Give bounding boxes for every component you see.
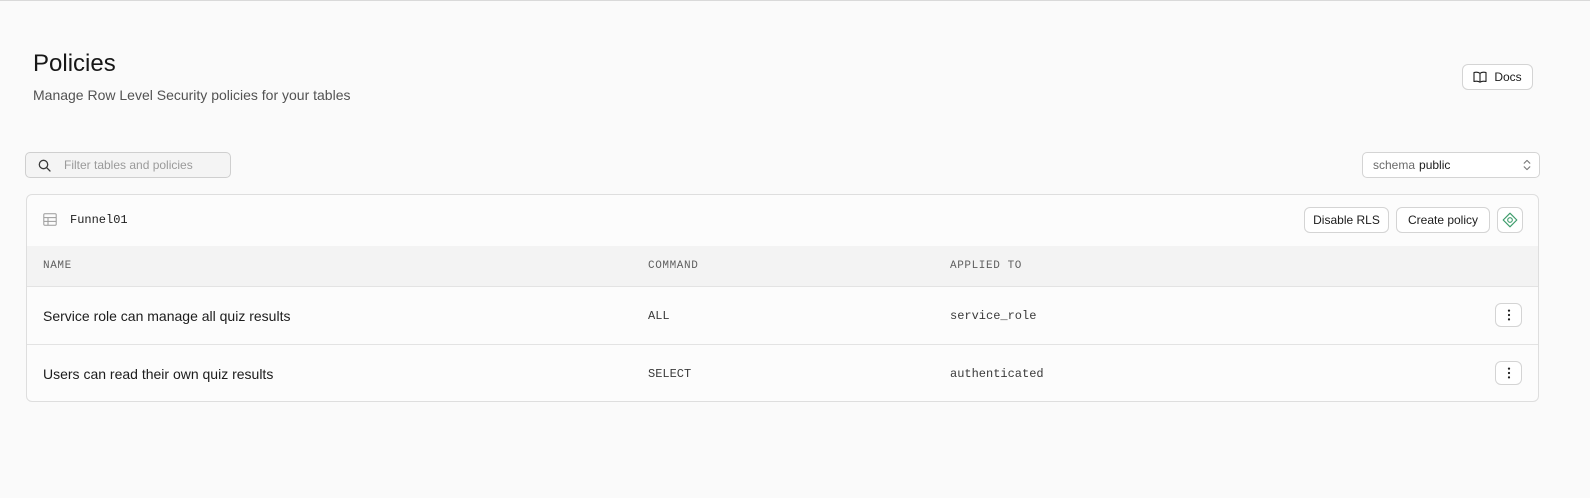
column-header-command: COMMAND bbox=[648, 260, 699, 272]
docs-button[interactable]: Docs bbox=[1462, 64, 1533, 90]
more-vertical-icon bbox=[1507, 367, 1510, 379]
create-policy-label: Create policy bbox=[1407, 213, 1479, 227]
policy-applied-to: service_role bbox=[950, 309, 1037, 323]
more-vertical-icon bbox=[1507, 309, 1510, 321]
policy-name: Service role can manage all quiz results bbox=[43, 308, 291, 324]
docs-button-label: Docs bbox=[1494, 70, 1522, 84]
rls-shield-diamond-icon bbox=[1502, 212, 1518, 228]
page-subtitle: Manage Row Level Security policies for y… bbox=[33, 87, 351, 103]
create-policy-button[interactable]: Create policy bbox=[1396, 207, 1490, 233]
column-header-applied-to: APPLIED TO bbox=[950, 260, 1023, 272]
row-actions-button[interactable] bbox=[1495, 361, 1522, 385]
page-title: Policies bbox=[33, 50, 116, 77]
schema-select-label: schema bbox=[1373, 158, 1416, 172]
filter-input[interactable] bbox=[64, 158, 214, 172]
schema-select[interactable]: schema public bbox=[1362, 152, 1540, 178]
filter-field[interactable] bbox=[25, 152, 231, 178]
policy-command: SELECT bbox=[648, 367, 692, 381]
policies-table-header: NAME COMMAND APPLIED TO bbox=[27, 246, 1538, 287]
row-actions-button[interactable] bbox=[1495, 303, 1522, 327]
disable-rls-label: Disable RLS bbox=[1313, 213, 1380, 227]
column-header-name: NAME bbox=[43, 260, 72, 272]
schema-select-value: public bbox=[1419, 158, 1451, 172]
policy-applied-to: authenticated bbox=[950, 367, 1044, 381]
table-row: Users can read their own quiz results SE… bbox=[27, 345, 1538, 401]
search-icon bbox=[38, 159, 51, 172]
policy-command: ALL bbox=[648, 309, 670, 323]
table-row: Service role can manage all quiz results… bbox=[27, 287, 1538, 345]
table-name: Funnel01 bbox=[70, 213, 128, 227]
table-header: Funnel01 Disable RLS Create policy bbox=[27, 195, 1538, 247]
book-open-icon bbox=[1473, 71, 1487, 83]
chevrons-up-down-icon bbox=[1523, 159, 1531, 171]
disable-rls-button[interactable]: Disable RLS bbox=[1304, 207, 1389, 233]
table-grid-icon bbox=[43, 213, 57, 226]
top-divider bbox=[0, 0, 1590, 1]
policy-name: Users can read their own quiz results bbox=[43, 366, 274, 382]
table-policies-card: Funnel01 Disable RLS Create policy NAME … bbox=[26, 194, 1539, 402]
rls-status-button[interactable] bbox=[1497, 207, 1523, 233]
